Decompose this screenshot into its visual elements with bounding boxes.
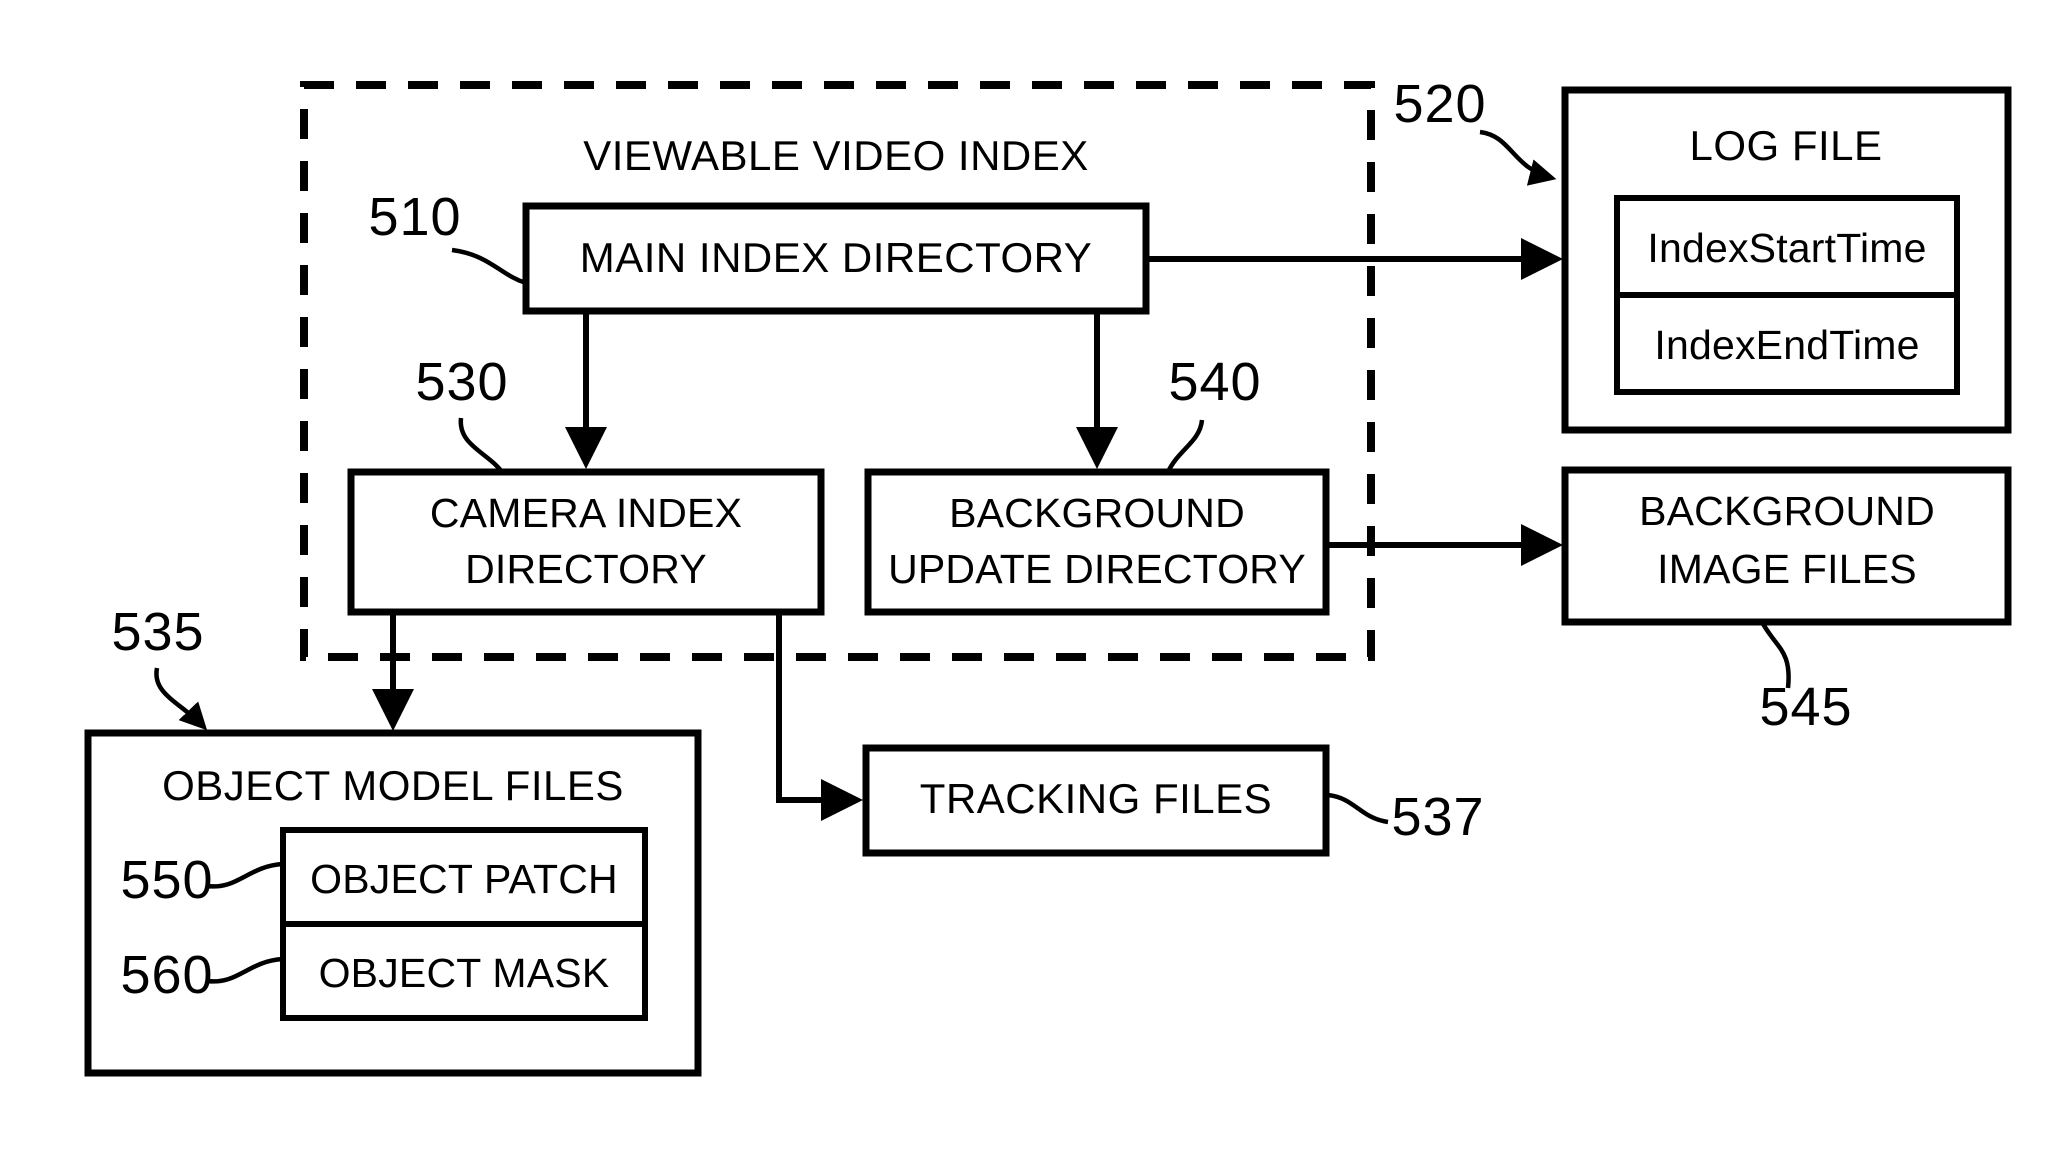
background-update-directory-label-line2: UPDATE DIRECTORY — [888, 546, 1306, 592]
background-update-directory-node: BACKGROUND UPDATE DIRECTORY — [864, 468, 1330, 616]
ref-540-callout: 540 — [1165, 352, 1261, 474]
main-index-directory-label: MAIN INDEX DIRECTORY — [580, 234, 1093, 281]
ref-530-text: 530 — [415, 352, 508, 412]
main-index-directory-node: MAIN INDEX DIRECTORY — [522, 202, 1150, 315]
ref-545-callout: 545 — [1759, 620, 1852, 737]
index-end-time-label: IndexEndTime — [1654, 322, 1919, 368]
ref-550-leader-line — [206, 861, 284, 889]
camera-index-directory-label-line1: CAMERA INDEX — [430, 490, 742, 536]
object-mask-label: OBJECT MASK — [319, 950, 610, 996]
ref-520-leader-arrow — [1479, 129, 1557, 186]
ref-530-leader-line — [458, 417, 504, 474]
patent-figure-canvas: VIEWABLE VIDEO INDEX MAIN INDEX DIRECTOR… — [0, 0, 2063, 1171]
camera-index-directory-node: CAMERA INDEX DIRECTORY — [347, 468, 825, 616]
ref-535-text: 535 — [111, 602, 204, 662]
ref-510-text: 510 — [368, 187, 461, 247]
ref-545-text: 545 — [1759, 677, 1852, 737]
ref-540-text: 540 — [1168, 352, 1261, 412]
background-image-files-label-line2: IMAGE FILES — [1657, 546, 1917, 592]
ref-550-text: 550 — [120, 850, 213, 910]
ref-510-callout: 510 — [368, 187, 527, 286]
block-diagram: VIEWABLE VIDEO INDEX MAIN INDEX DIRECTOR… — [84, 74, 2012, 1077]
ref-560-leader-line — [206, 956, 284, 984]
ref-560-callout: 560 — [120, 945, 284, 1005]
ref-510-leader-line — [451, 247, 527, 286]
ref-537-leader-line — [1327, 792, 1389, 825]
tracking-files-label: TRACKING FILES — [920, 775, 1272, 822]
tracking-files-node: TRACKING FILES — [862, 744, 1330, 857]
ref-535-callout: 535 — [111, 602, 208, 731]
ref-550-callout: 550 — [120, 850, 284, 910]
object-model-files-label: OBJECT MODEL FILES — [162, 762, 624, 809]
viewable-video-index-title: VIEWABLE VIDEO INDEX — [583, 132, 1089, 179]
background-image-files-label-line1: BACKGROUND — [1639, 488, 1935, 534]
index-start-time-label: IndexStartTime — [1647, 225, 1926, 271]
camera-index-directory-label-line2: DIRECTORY — [465, 546, 707, 592]
ref-537-text: 537 — [1391, 787, 1484, 847]
ref-560-text: 560 — [120, 945, 213, 1005]
ref-530-callout: 530 — [415, 352, 508, 474]
ref-535-leader-arrow — [154, 667, 208, 731]
ref-540-leader-line — [1165, 419, 1205, 474]
ref-537-callout: 537 — [1327, 787, 1484, 847]
ref-520-text: 520 — [1393, 74, 1486, 134]
background-update-directory-label-line1: BACKGROUND — [949, 490, 1245, 536]
object-patch-label: OBJECT PATCH — [310, 856, 618, 902]
log-file-node: LOG FILE IndexStartTime IndexEndTime — [1561, 86, 2012, 434]
background-image-files-node: BACKGROUND IMAGE FILES — [1561, 466, 2012, 626]
connector-camera-index-to-tracking-files — [776, 612, 863, 821]
log-file-label: LOG FILE — [1689, 122, 1882, 169]
ref-520-callout: 520 — [1393, 74, 1557, 186]
